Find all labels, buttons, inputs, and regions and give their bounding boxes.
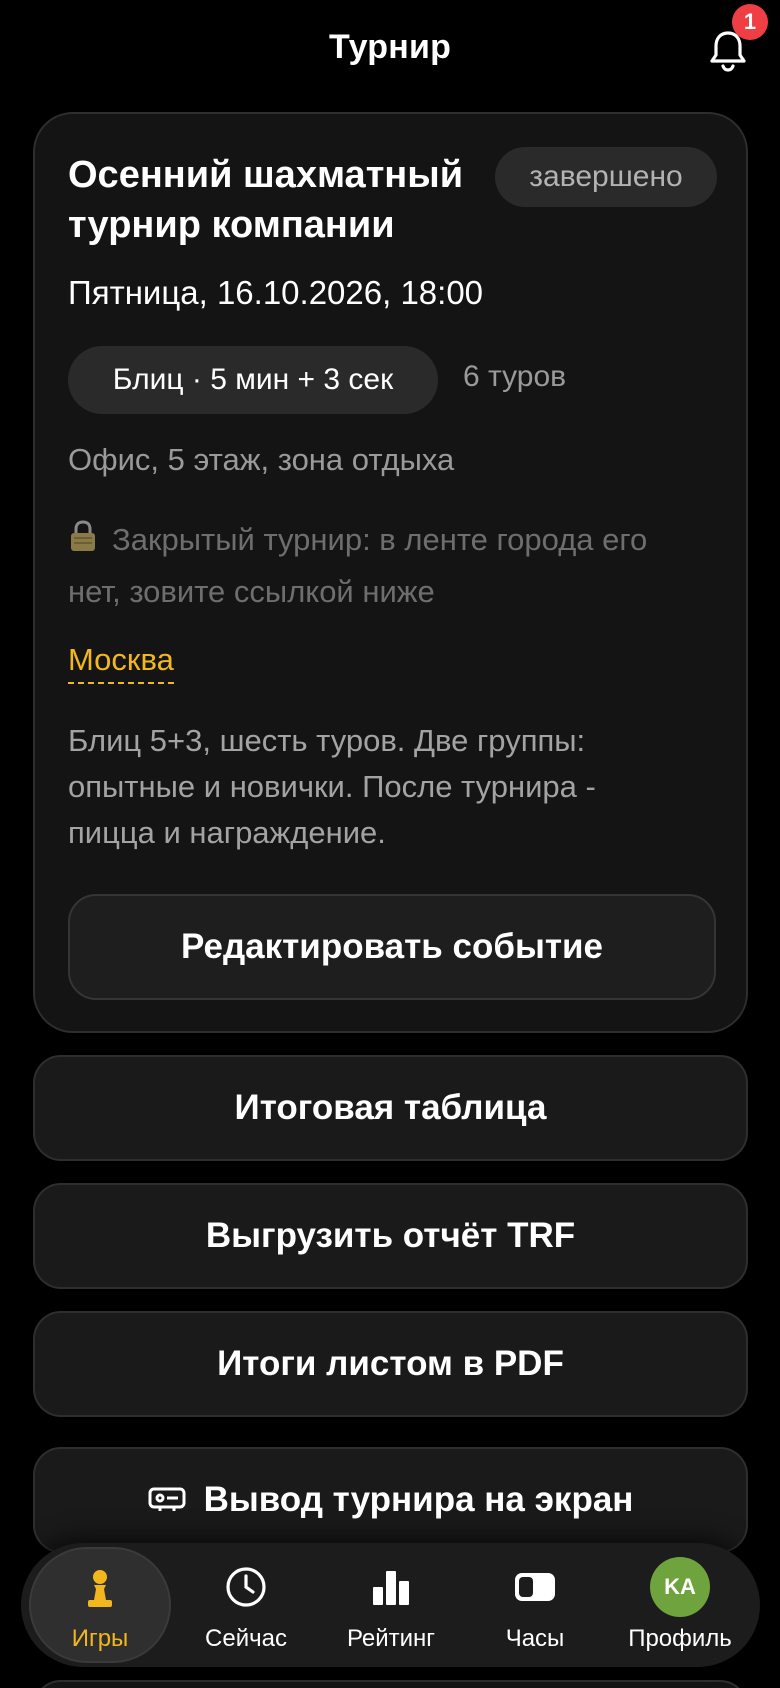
tab-clock-label: Часы [505, 1625, 565, 1652]
avatar: KA [650, 1557, 710, 1617]
results-table-button[interactable]: Итоговая таблица [33, 1055, 748, 1161]
pawn-icon [78, 1567, 122, 1611]
event-date: Пятница, 16.10.2026, 18:00 [68, 274, 484, 311]
next-card [33, 1680, 748, 1688]
tab-now-label: Сейчас [205, 1625, 287, 1652]
tournament-screen: Турнир 1 Осенний шахматный турнир компан… [0, 0, 780, 1688]
bottom-tab-bar: Игры Сейчас Рейтинг Часы KA Профиль [21, 1543, 760, 1667]
event-title: Осенний шахматный турнир компании [68, 154, 464, 246]
private-note-text: Закрытый турнир: в ленте города его нет,… [68, 522, 648, 609]
bar-chart-icon [369, 1565, 413, 1609]
format-pill: Блиц · 5 мин + 3 сек [68, 346, 438, 414]
tournament-display-label: Вывод турнира на экран [203, 1480, 634, 1519]
tab-rating-label: Рейтинг [346, 1625, 436, 1652]
tab-profile[interactable]: KA Профиль [609, 1543, 751, 1667]
status-badge: завершено [495, 147, 717, 207]
tab-now[interactable]: Сейчас [175, 1543, 317, 1667]
rounds-count: 6 туров [463, 360, 567, 393]
tournament-display-button[interactable]: Вывод турнира на экран [33, 1447, 748, 1553]
tab-clock[interactable]: Часы [464, 1543, 606, 1667]
header: Турнир 1 [0, 0, 780, 104]
chess-clock-icon [513, 1565, 557, 1609]
page-title: Турнир [328, 28, 452, 66]
notification-badge[interactable]: 1 [732, 4, 768, 40]
tab-games[interactable]: Игры [29, 1547, 171, 1663]
screen-icon [148, 1451, 186, 1511]
tab-games-label: Игры [71, 1625, 129, 1652]
private-note: Закрытый турнир: в ленте города его нет,… [68, 514, 688, 618]
event-description: Блиц 5+3, шесть туров. Две группы: опытн… [68, 723, 596, 850]
city-link[interactable]: Москва [68, 642, 174, 684]
clock-icon [224, 1565, 268, 1609]
tab-rating[interactable]: Рейтинг [320, 1543, 462, 1667]
tab-profile-label: Профиль [628, 1625, 732, 1652]
lock-icon [68, 517, 98, 551]
event-location: Офис, 5 этаж, зона отдыха [68, 442, 455, 477]
export-trf-button[interactable]: Выгрузить отчёт TRF [33, 1183, 748, 1289]
edit-event-button[interactable]: Редактировать событие [68, 894, 716, 1000]
export-pdf-button[interactable]: Итоги листом в PDF [33, 1311, 748, 1417]
event-card: Осенний шахматный турнир компании заверш… [33, 112, 748, 1033]
